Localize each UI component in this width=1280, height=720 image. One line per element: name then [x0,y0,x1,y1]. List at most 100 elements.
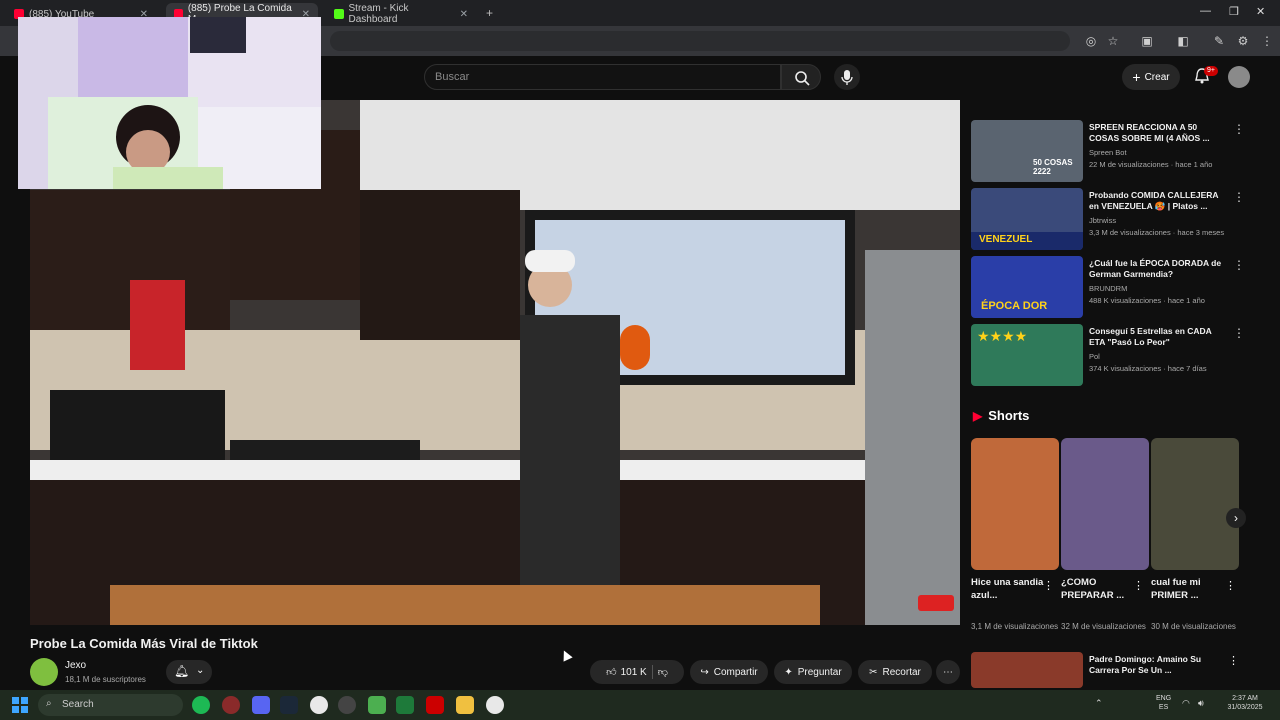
tab-kick[interactable]: Stream - Kick Dashboard ✕ [326,3,476,25]
clip-button[interactable]: ✂ Recortar [858,660,932,684]
clock[interactable]: 2:37 AM 31/03/2025 [1222,694,1268,712]
more-options-icon[interactable]: ⋮ [1233,122,1245,136]
more-options-icon[interactable]: ⋮ [1233,326,1245,340]
short-title[interactable]: cual fue mi PRIMER ... [1151,576,1231,602]
spotify-icon[interactable] [192,696,210,714]
more-options-icon[interactable]: ⋮ [1225,579,1236,592]
windows-start-icon[interactable] [12,697,28,713]
short-thumbnail[interactable] [1061,438,1149,570]
taskbar-search[interactable]: ⌕ Search [38,694,183,716]
kick-favicon-icon [334,9,344,19]
mouse-cursor-icon [559,648,573,662]
extension-icon[interactable]: ⚙ [1236,34,1250,48]
video-title[interactable]: SPREEN REACCIONA A 50 COSAS SOBRE MI (4 … [1089,122,1229,144]
video-thumbnail[interactable]: 50 COSAS 2222 [971,120,1083,182]
close-window-icon[interactable]: ✕ [1256,5,1265,18]
recommended-video[interactable]: ÉPOCA DOR ¿Cuál fue la ÉPOCA DORADA de G… [971,256,1245,318]
share-icon: ↪ [700,666,709,678]
recommended-video[interactable]: ★★★★ Conseguí 5 Estrellas en CADA ETA "P… [971,324,1245,386]
video-meta: 3,3 M de visualizaciones · hace 3 meses [1089,228,1225,237]
like-dislike-group: 👍︎ 101 K 👎︎ [590,660,684,684]
more-options-icon[interactable]: ⋮ [1228,654,1239,667]
video-thumbnail[interactable]: ★★★★ [971,324,1083,386]
search-input[interactable]: Buscar [424,64,781,90]
google-lens-icon[interactable]: ◎ [1084,34,1098,48]
url-field[interactable] [330,31,1070,51]
channel-name[interactable]: Jexo [65,660,86,671]
obs-icon[interactable] [338,696,356,714]
like-count: 101 K [620,666,647,678]
recommended-video[interactable]: VENEZUEL Probando COMIDA CALLEJERA en VE… [971,188,1245,250]
close-tab-icon[interactable]: ✕ [460,9,468,20]
app-icon[interactable] [222,696,240,714]
bookmark-star-icon[interactable]: ☆ [1106,34,1120,48]
video-title: Probe La Comida Más Viral de Tiktok [30,636,258,651]
video-thumbnail[interactable]: ÉPOCA DOR [971,256,1083,318]
like-button[interactable]: 👍︎ 101 K [606,666,647,679]
more-options-icon[interactable]: ⋮ [1133,579,1144,592]
more-options-icon[interactable]: ⋮ [1233,190,1245,204]
sidepanel-icon[interactable]: ◧ [1176,34,1190,48]
microphone-icon [841,70,853,85]
shorts-icon: ▶ [973,408,983,423]
recommended-video[interactable]: 50 COSAS 2222 SPREEN REACCIONA A 50 COSA… [971,120,1245,182]
wifi-icon[interactable]: ◠ [1182,698,1190,709]
thumbs-up-icon: 👍︎ [606,667,617,678]
discord-icon[interactable] [252,696,270,714]
channel-name[interactable]: Jbtrwiss [1089,216,1229,226]
short-title[interactable]: Hice una sandia azul... [971,576,1051,602]
video-thumbnail[interactable]: VENEZUEL [971,188,1083,250]
video-title[interactable]: ¿Cuál fue la ÉPOCA DORADA de German Garm… [1089,258,1229,280]
video-meta: 488 K visualizaciones · hace 1 año [1089,296,1205,305]
maximize-icon[interactable]: ❐ [1229,5,1239,18]
channel-avatar[interactable] [30,658,58,686]
shorts-header: ▶ Shorts [973,408,1029,423]
short-thumbnail[interactable] [1151,438,1239,570]
account-avatar[interactable] [1228,66,1250,88]
extensions-icon[interactable]: ▣ [1140,34,1154,48]
channel-name[interactable]: Spreen Bot [1089,148,1229,158]
video-title[interactable]: Probando COMIDA CALLEJERA en VENEZUELA 🥵… [1089,190,1229,212]
more-actions-button[interactable]: ⋯ [936,660,960,684]
app-icon[interactable] [426,696,444,714]
excel-icon[interactable] [396,696,414,714]
scissors-icon: ✂ [869,666,878,678]
video-thumbnail[interactable] [971,652,1083,688]
chrome-icon[interactable] [486,696,504,714]
voice-search-button[interactable] [834,64,860,90]
extension-icon[interactable]: ✎ [1212,34,1226,48]
dislike-button[interactable]: 👎︎ [658,666,668,678]
language-indicator[interactable]: ENG ES [1156,694,1171,712]
more-options-icon[interactable]: ⋮ [1043,579,1054,592]
volume-icon[interactable]: 🔊︎ [1198,698,1204,709]
short-title[interactable]: ¿COMO PREPARAR ... [1061,576,1141,602]
file-explorer-icon[interactable] [456,696,474,714]
search-icon [795,71,810,86]
channel-name[interactable]: BRUNDRM [1089,284,1229,294]
search-button[interactable] [781,64,821,90]
ask-label: Preguntar [797,666,842,678]
region-code: ES [1158,704,1169,711]
app-icon[interactable] [368,696,386,714]
tray-chevron-icon[interactable]: ⌃ [1095,698,1103,709]
minimize-icon[interactable]: — [1200,5,1211,17]
chrome-icon[interactable] [310,696,328,714]
taskbar-search-label: Search [62,699,94,710]
chevron-right-icon[interactable]: › [1226,508,1246,528]
subscribed-bell-button[interactable]: 🔔︎ ⌄ [166,660,212,684]
new-tab-icon[interactable]: + [486,6,493,20]
video-title[interactable]: Padre Domingo: Amaino Su Carrera Por Se … [1089,654,1229,676]
steam-icon[interactable] [280,696,298,714]
short-views: 32 M de visualizaciones [1061,622,1146,631]
short-thumbnail[interactable] [971,438,1059,570]
share-button[interactable]: ↪ Compartir [690,660,768,684]
plus-icon: + [1132,69,1141,85]
ask-button[interactable]: ✦ Preguntar [774,660,852,684]
thumbnail-text: VENEZUEL [979,234,1033,245]
video-title[interactable]: Conseguí 5 Estrellas en CADA ETA "Pasó L… [1089,326,1229,348]
more-options-icon[interactable]: ⋮ [1233,258,1245,272]
channel-name[interactable]: Pol [1089,352,1229,362]
menu-dots-icon[interactable]: ⋮ [1260,34,1274,48]
webcam-feed [18,17,321,189]
create-button[interactable]: + Crear [1122,64,1180,90]
